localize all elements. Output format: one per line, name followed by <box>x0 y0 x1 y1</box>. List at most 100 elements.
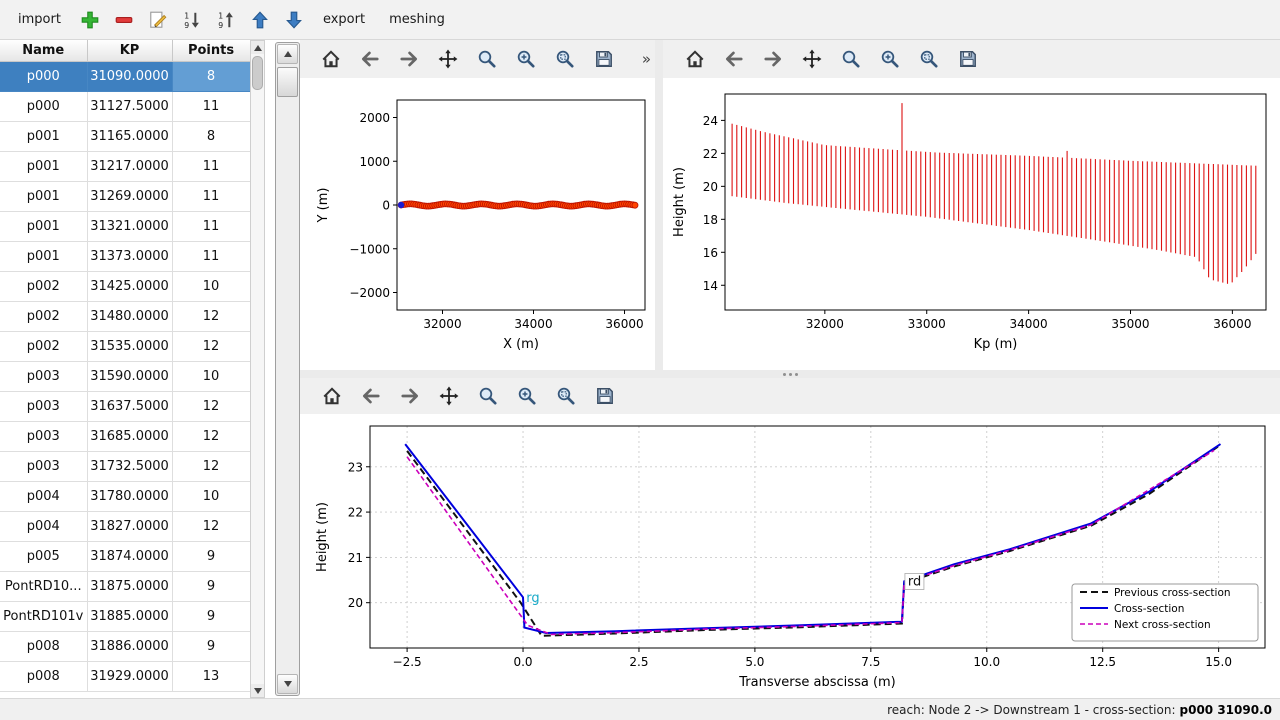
export-button[interactable]: export <box>313 7 375 32</box>
import-button[interactable]: import <box>8 7 71 32</box>
cell-kp[interactable]: 31480.0000 <box>87 301 172 331</box>
horizontal-splitter[interactable] <box>300 370 1280 378</box>
cell-kp[interactable]: 31165.0000 <box>87 121 172 151</box>
save-button[interactable] <box>954 46 981 73</box>
table-row[interactable]: p00431827.000012 <box>0 511 250 541</box>
table-row[interactable]: p00831886.00009 <box>0 631 250 661</box>
cell-points[interactable]: 12 <box>172 391 250 421</box>
cell-kp[interactable]: 31875.0000 <box>87 571 172 601</box>
cell-name[interactable]: p001 <box>0 181 87 211</box>
cell-points[interactable]: 9 <box>172 541 250 571</box>
forward-button[interactable] <box>759 46 786 73</box>
cell-points[interactable]: 12 <box>172 301 250 331</box>
cell-name[interactable]: p001 <box>0 211 87 241</box>
home-button[interactable] <box>681 46 708 73</box>
zoom-button[interactable] <box>474 46 501 73</box>
add-button[interactable] <box>75 5 105 35</box>
move-down-button[interactable] <box>279 5 309 35</box>
cell-kp[interactable]: 31886.0000 <box>87 631 172 661</box>
pan-button[interactable] <box>798 46 825 73</box>
save-button[interactable] <box>591 383 618 410</box>
table-row[interactable]: p00331685.000012 <box>0 421 250 451</box>
cell-points[interactable]: 10 <box>172 481 250 511</box>
table-row[interactable]: p00331590.000010 <box>0 361 250 391</box>
cell-kp[interactable]: 31217.0000 <box>87 151 172 181</box>
cell-kp[interactable]: 31732.5000 <box>87 451 172 481</box>
table-scrollbar[interactable] <box>250 40 265 698</box>
column-header-points[interactable]: Points <box>172 40 250 61</box>
cell-name[interactable]: p004 <box>0 481 87 511</box>
cell-points[interactable]: 11 <box>172 151 250 181</box>
cell-name[interactable]: p008 <box>0 661 87 691</box>
cell-name[interactable]: p002 <box>0 331 87 361</box>
cell-kp[interactable]: 31637.5000 <box>87 391 172 421</box>
back-button[interactable] <box>357 383 384 410</box>
cell-name[interactable]: p000 <box>0 91 87 121</box>
panel-scroll-down-button[interactable] <box>277 674 298 694</box>
table-scrollbar-track[interactable] <box>251 54 264 684</box>
zoom-button[interactable] <box>837 46 864 73</box>
forward-button[interactable] <box>396 46 423 73</box>
cell-name[interactable]: PontRD101v <box>0 601 87 631</box>
cell-kp[interactable]: 31321.0000 <box>87 211 172 241</box>
cell-kp[interactable]: 31269.0000 <box>87 181 172 211</box>
cell-points[interactable]: 12 <box>172 451 250 481</box>
table-scrollbar-thumb[interactable] <box>252 56 263 90</box>
cell-name[interactable]: p001 <box>0 121 87 151</box>
cell-kp[interactable]: 31929.0000 <box>87 661 172 691</box>
cell-points[interactable]: 12 <box>172 511 250 541</box>
cell-points[interactable]: 8 <box>172 61 250 91</box>
table-scroll-down-button[interactable] <box>251 684 264 697</box>
cell-name[interactable]: p003 <box>0 361 87 391</box>
cell-points[interactable]: 12 <box>172 331 250 361</box>
cell-points[interactable]: 9 <box>172 571 250 601</box>
table-row[interactable]: PontRD10...31875.00009 <box>0 571 250 601</box>
sort-descending-button[interactable]: 19 <box>177 5 207 35</box>
zoom-region-button[interactable] <box>915 46 942 73</box>
cell-points[interactable]: 11 <box>172 211 250 241</box>
cell-kp[interactable]: 31535.0000 <box>87 331 172 361</box>
table-row[interactable]: p00031127.500011 <box>0 91 250 121</box>
cell-kp[interactable]: 31780.0000 <box>87 481 172 511</box>
table-row[interactable]: p00131321.000011 <box>0 211 250 241</box>
cell-name[interactable]: p002 <box>0 301 87 331</box>
zoom-in-button[interactable] <box>513 383 540 410</box>
cell-name[interactable]: p003 <box>0 421 87 451</box>
table-row[interactable]: p00131373.000011 <box>0 241 250 271</box>
cell-name[interactable]: p003 <box>0 391 87 421</box>
panel-scrollbar-thumb[interactable] <box>277 67 298 97</box>
cell-points[interactable]: 8 <box>172 121 250 151</box>
cell-kp[interactable]: 31127.5000 <box>87 91 172 121</box>
pan-button[interactable] <box>435 383 462 410</box>
cell-points[interactable]: 11 <box>172 181 250 211</box>
cell-points[interactable]: 10 <box>172 361 250 391</box>
table-row[interactable]: p00031090.00008 <box>0 61 250 91</box>
cell-kp[interactable]: 31685.0000 <box>87 421 172 451</box>
cell-kp[interactable]: 31425.0000 <box>87 271 172 301</box>
table-row[interactable]: p00431780.000010 <box>0 481 250 511</box>
table-row[interactable]: PontRD101v31885.00009 <box>0 601 250 631</box>
cell-name[interactable]: p005 <box>0 541 87 571</box>
cell-name[interactable]: p000 <box>0 61 87 91</box>
toolbar-extension-button[interactable]: » <box>638 50 655 68</box>
pan-button[interactable] <box>435 46 462 73</box>
table-row[interactable]: p00131269.000011 <box>0 181 250 211</box>
home-button[interactable] <box>318 46 345 73</box>
cell-name[interactable]: p002 <box>0 271 87 301</box>
cell-kp[interactable]: 31090.0000 <box>87 61 172 91</box>
cell-points[interactable]: 9 <box>172 601 250 631</box>
cell-kp[interactable]: 31874.0000 <box>87 541 172 571</box>
cell-name[interactable]: p004 <box>0 511 87 541</box>
panel-scrollbar-track[interactable] <box>276 65 299 673</box>
zoom-in-button[interactable] <box>876 46 903 73</box>
cell-points[interactable]: 9 <box>172 631 250 661</box>
cell-kp[interactable]: 31885.0000 <box>87 601 172 631</box>
zoom-in-button[interactable] <box>513 46 540 73</box>
table-scroll-up-button[interactable] <box>251 41 264 54</box>
column-header-kp[interactable]: KP <box>87 40 172 61</box>
edit-button[interactable] <box>143 5 173 35</box>
cell-name[interactable]: PontRD10... <box>0 571 87 601</box>
table-row[interactable]: p00531874.00009 <box>0 541 250 571</box>
cell-name[interactable]: p008 <box>0 631 87 661</box>
cell-name[interactable]: p001 <box>0 241 87 271</box>
